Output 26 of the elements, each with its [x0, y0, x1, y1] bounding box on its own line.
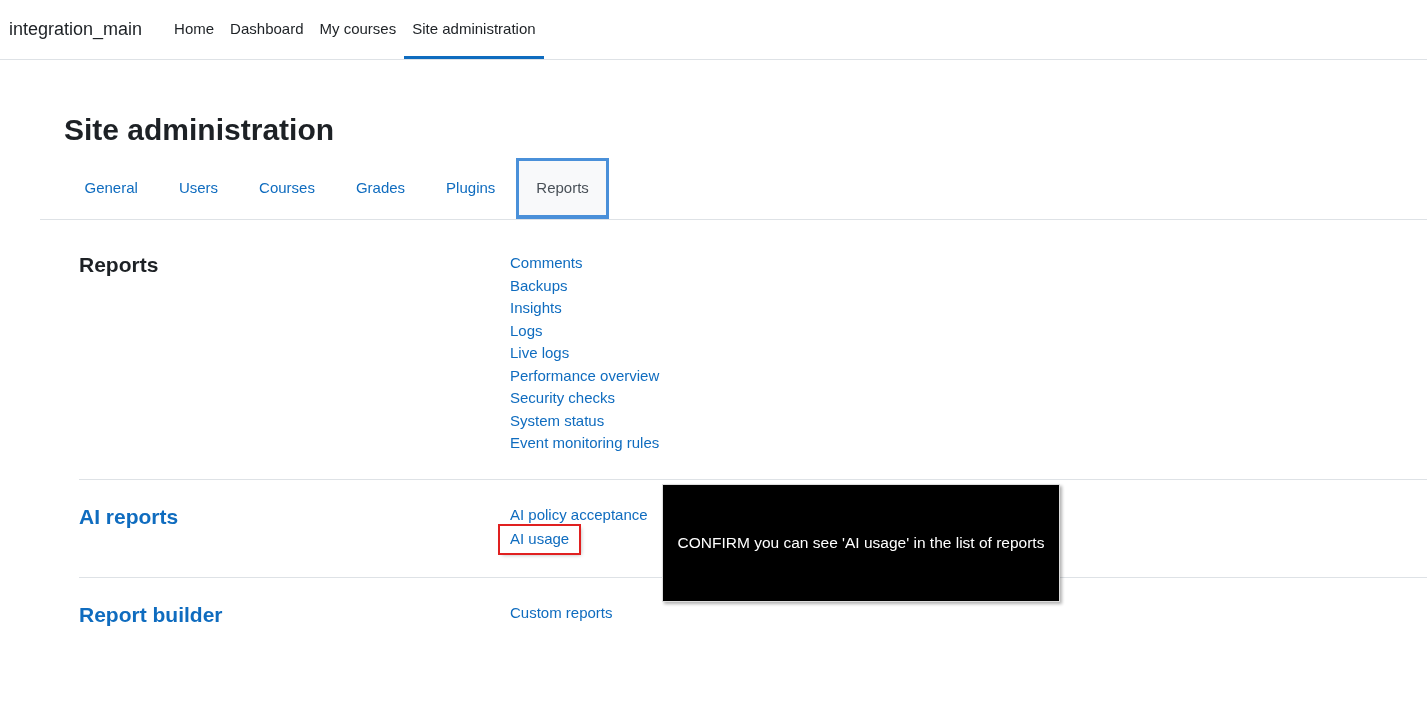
report-link[interactable]: Logs — [510, 319, 543, 342]
tab[interactable]: Grades — [335, 158, 426, 219]
nav-link[interactable]: Site administration — [404, 3, 544, 59]
report-link[interactable]: Performance overview — [510, 364, 660, 387]
site-name[interactable]: integration_main — [9, 16, 143, 43]
report-link[interactable]: System status — [510, 409, 605, 432]
section-heading: Reports — [79, 252, 160, 278]
tab[interactable]: Courses — [238, 158, 336, 219]
nav-link[interactable]: Home — [166, 3, 223, 59]
report-link[interactable]: Insights — [510, 297, 562, 320]
tab[interactable]: Users — [158, 158, 239, 219]
nav-link[interactable]: Dashboard — [222, 3, 312, 59]
report-link[interactable]: Custom reports — [510, 601, 613, 624]
nav-link[interactable]: My courses — [311, 3, 405, 59]
instruction-callout: CONFIRM you can see 'AI usage' in the list of reports — [662, 484, 1060, 602]
report-link[interactable]: Comments — [510, 252, 583, 275]
tab[interactable]: General — [64, 158, 159, 219]
report-link[interactable]: AI policy acceptance — [510, 503, 648, 526]
report-link[interactable]: Live logs — [510, 342, 570, 365]
report-link[interactable]: Backups — [510, 274, 568, 297]
report-link[interactable]: Event monitoring rules — [510, 432, 660, 455]
tab[interactable]: Plugins — [425, 158, 516, 219]
report-link[interactable]: Security checks — [510, 387, 616, 410]
tab[interactable]: Reports — [515, 158, 610, 219]
page-title: Site administration — [64, 112, 336, 148]
section-heading-link[interactable]: Report builder — [79, 601, 510, 627]
